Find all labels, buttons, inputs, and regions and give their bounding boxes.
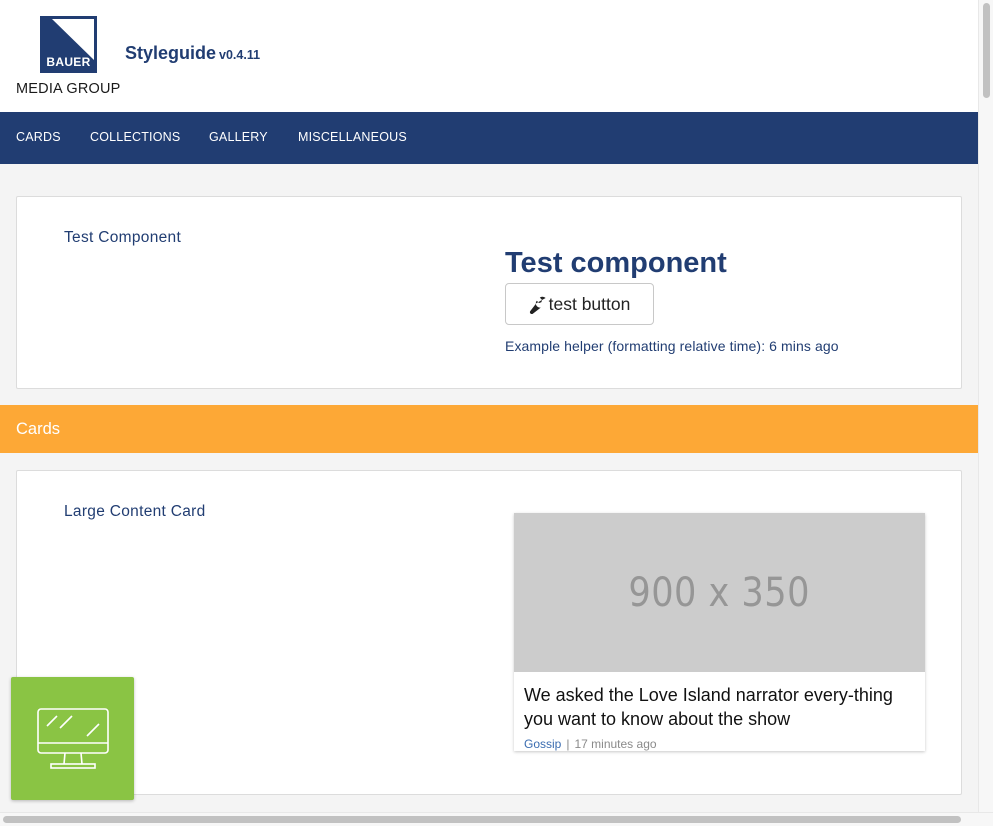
test-component-panel: Test Component Test component test butto… [16, 196, 962, 389]
vertical-scroll-thumb[interactable] [983, 3, 990, 98]
page-title: Styleguide v0.4.11 [125, 43, 260, 64]
main-nav: CARDS COLLECTIONS GALLERY MISCELLANEOUS [0, 112, 978, 164]
monitor-icon [37, 708, 109, 769]
device-preview-widget[interactable] [11, 677, 134, 800]
site-header: BAUER MEDIA GROUP Styleguide v0.4.11 [0, 0, 978, 112]
relative-time-helper: Example helper (formatting relative time… [505, 338, 839, 354]
large-content-card[interactable]: 900 x 350 We asked the Love Island narra… [514, 513, 925, 751]
card-meta: Gossip | 17 minutes ago [524, 737, 657, 751]
page: BAUER MEDIA GROUP Styleguide v0.4.11 CARD… [0, 0, 978, 812]
horizontal-scrollbar[interactable] [0, 812, 993, 826]
section-title: Cards [16, 420, 61, 438]
logo-word: BAUER [46, 55, 91, 69]
title-text: Styleguide [125, 43, 217, 63]
card-image-placeholder[interactable]: 900 x 350 [514, 513, 925, 672]
card-category-link[interactable]: Gossip [524, 737, 561, 751]
large-content-card-panel: Large Content Card 900 x 350 We asked th… [16, 470, 962, 795]
nav-item-miscellaneous[interactable]: MISCELLANEOUS [298, 130, 407, 144]
bauer-logo[interactable]: BAUER [40, 16, 97, 73]
card-timestamp: 17 minutes ago [574, 737, 657, 751]
test-button-label: test button [548, 293, 631, 314]
test-component-label: Test Component [64, 229, 182, 246]
image-placeholder-text: 900 x 350 [628, 569, 811, 616]
wrench-icon [529, 296, 546, 314]
nav-item-cards[interactable]: CARDS [16, 130, 61, 144]
nav-item-gallery[interactable]: GALLERY [209, 130, 268, 144]
large-content-card-label: Large Content Card [64, 503, 206, 520]
horizontal-scroll-thumb[interactable] [3, 816, 961, 823]
test-component-heading: Test component [505, 247, 727, 279]
cards-section-bar: Cards [0, 405, 978, 453]
meta-separator: | [566, 737, 570, 751]
vertical-scrollbar[interactable] [978, 0, 993, 812]
logo-subtitle: MEDIA GROUP [16, 81, 121, 97]
nav-item-collections[interactable]: COLLECTIONS [90, 130, 180, 144]
test-button[interactable]: test button [505, 283, 654, 325]
version-label: v0.4.11 [219, 48, 261, 62]
card-headline[interactable]: We asked the Love Island narrator every-… [524, 683, 904, 731]
